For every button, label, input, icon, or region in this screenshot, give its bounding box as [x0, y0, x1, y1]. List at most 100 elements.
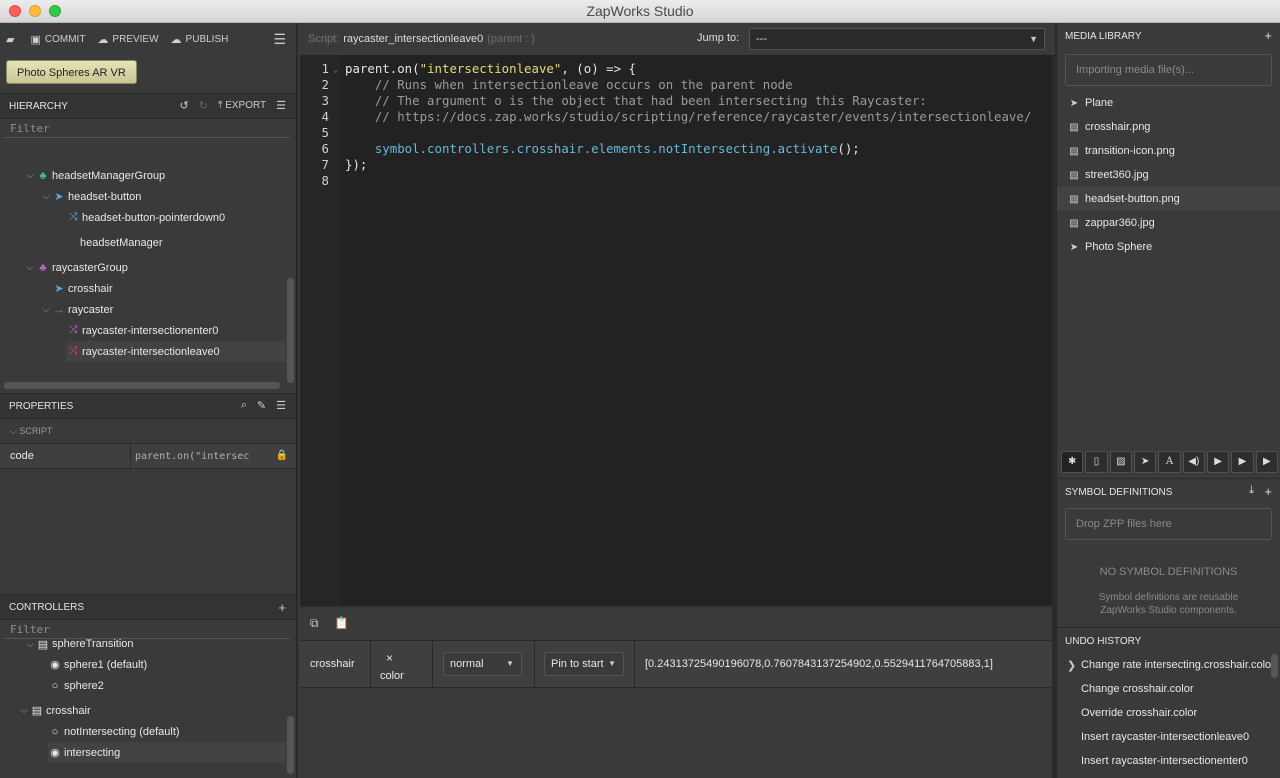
add-symbol-icon[interactable]: +	[1264, 484, 1272, 499]
blend-cell: normal ▼	[433, 641, 535, 688]
commit-button[interactable]: ▣ COMMIT	[30, 33, 85, 46]
jump-to-select[interactable]: --- ▼	[749, 28, 1045, 50]
export-button[interactable]: ⤒ EXPORT	[218, 100, 266, 111]
code-line: // https://docs.zap.works/studio/scripti…	[345, 109, 1032, 124]
audio-icon[interactable]: ◀)	[1182, 451, 1205, 473]
radio-icon: ○	[51, 679, 59, 692]
controller-state[interactable]: ○ sphere2	[48, 675, 338, 696]
tree-item[interactable]: ➤ crosshair	[52, 278, 342, 299]
tree-item[interactable]: ⌵ ♣ raycasterGroup	[24, 257, 314, 278]
add-controller-icon[interactable]: +	[278, 600, 286, 615]
download-icon[interactable]: ⤓	[1249, 484, 1254, 497]
open-folder-button[interactable]: ▰	[6, 33, 18, 46]
chevron-down-icon: ⌵	[42, 304, 50, 314]
rocket-icon: ➤	[54, 191, 64, 203]
rocket-icon: ➤	[1069, 97, 1079, 109]
image-icon: ▨	[1069, 217, 1079, 229]
video-icon[interactable]: ▶	[1255, 451, 1278, 473]
save-icon: ▣	[30, 33, 41, 46]
publish-button[interactable]: ☁ PUBLISH	[171, 33, 229, 46]
rocket-icon: ➤	[54, 283, 64, 295]
video-icon[interactable]: ▶	[1231, 451, 1254, 473]
tree-item[interactable]: ⌵ ➤ headset-button	[40, 186, 330, 207]
folder-icon: ▰	[6, 33, 15, 46]
paste-icon[interactable]: 📋	[334, 616, 349, 630]
pin-select[interactable]: Pin to start ▼	[544, 652, 624, 676]
no-symbols-text: Symbol definitions are reusable	[1098, 592, 1239, 603]
fold-arrow-icon[interactable]: ⌄	[333, 65, 338, 74]
shuffle-icon: ⤨	[68, 211, 78, 223]
controller-state[interactable]: ◉ sphere1 (default)	[48, 654, 338, 675]
undo-item-current[interactable]: ❯ Change rate intersecting.crosshair.colo…	[1057, 653, 1280, 677]
media-item[interactable]: ▨ transition-icon.png	[1057, 139, 1280, 163]
chevron-down-icon: ⌵	[20, 705, 28, 715]
chevron-down-icon: ▼	[1029, 34, 1038, 44]
preview-button[interactable]: ☁ PREVIEW	[97, 33, 158, 46]
controller-icon: ▤	[31, 705, 43, 717]
chevron-down-icon: ⌵	[42, 191, 50, 201]
no-symbols-text: ZapWorks Studio components.	[1100, 605, 1237, 616]
controller-state[interactable]: ○ notIntersecting (default)	[48, 721, 338, 742]
media-item-selected[interactable]: ▨ headset-button.png	[1057, 187, 1280, 211]
search-icon[interactable]: ⌕	[241, 399, 247, 412]
pencil-icon[interactable]: ✎	[257, 399, 266, 412]
group-icon: ♣	[39, 261, 47, 274]
main-toolbar: ▰ ▣ COMMIT ☁ PREVIEW ☁ PUBLISH ☰	[0, 23, 296, 55]
tree-item[interactable]: ⤨ raycaster-intersectionenter0	[66, 320, 286, 341]
media-item[interactable]: ➤ Plane	[1057, 91, 1280, 115]
video-icon[interactable]: ▶	[1206, 451, 1230, 473]
close-window-button[interactable]	[9, 5, 21, 17]
undo-item[interactable]: Change crosshair.color	[1057, 677, 1280, 701]
tree-item[interactable]: ⌵ ♣ headsetManagerGroup	[24, 165, 314, 186]
rocket-icon[interactable]: ➤	[1133, 451, 1157, 473]
undo-item[interactable]: Override crosshair.color	[1057, 701, 1280, 725]
code-property-row[interactable]: code parent.on("intersec 🔒	[0, 443, 296, 469]
undo-scrollbar[interactable]	[1271, 654, 1278, 678]
hamburger-menu-icon[interactable]: ☰	[273, 31, 286, 48]
undo-history-header: UNDO HISTORY	[1065, 635, 1142, 647]
controller-item[interactable]: ⌵ ▤ crosshair	[18, 700, 308, 721]
symbol-drop-area[interactable]: Drop ZPP files here	[1065, 508, 1272, 540]
media-item[interactable]: ➤ Photo Sphere	[1057, 235, 1280, 259]
media-item[interactable]: ▨ street360.jpg	[1057, 163, 1280, 187]
media-item[interactable]: ▨ crosshair.png	[1057, 115, 1280, 139]
file-icon[interactable]: ▯	[1085, 451, 1108, 473]
blend-mode-select[interactable]: normal ▼	[443, 652, 522, 676]
hierarchy-filter-input[interactable]: Filter	[4, 120, 290, 138]
script-header: Script: raycaster_intersectionleave0 (pa…	[300, 23, 1055, 55]
controllers-scrollbar[interactable]	[287, 716, 294, 774]
controller-state-selected[interactable]: ◉ intersecting	[48, 742, 286, 763]
hierarchy-scrollbar-horizontal[interactable]	[4, 382, 280, 389]
controller-item[interactable]: ⌵ ▤ sphereTransition	[24, 637, 314, 651]
copy-icon[interactable]: ⧉	[310, 616, 319, 631]
hierarchy-menu-icon[interactable]: ☰	[276, 99, 286, 112]
font-icon[interactable]: A	[1158, 451, 1181, 473]
tree-item-selected[interactable]: ⤨ raycaster-intersectionleave0	[66, 341, 286, 362]
minimize-window-button[interactable]	[29, 5, 41, 17]
media-item[interactable]: ▨ zappar360.jpg	[1057, 211, 1280, 235]
redo-icon[interactable]: ↻	[199, 99, 208, 112]
image-icon[interactable]: ▨	[1109, 451, 1132, 473]
hierarchy-scrollbar-vertical[interactable]	[287, 278, 294, 383]
properties-header: PROPERTIES ⌕ ✎ ☰	[0, 393, 296, 419]
project-name-button[interactable]: Photo Spheres AR VR	[6, 60, 137, 84]
code-line: });	[345, 157, 368, 172]
code-editor[interactable]: 1 2 3 4 5 6 7 8 ⌄ parent.on("intersectio…	[300, 55, 1052, 605]
maximize-window-button[interactable]	[49, 5, 61, 17]
undo-item[interactable]: Insert raycaster-intersectionenter0	[1057, 749, 1280, 773]
script-section-label: ⌵ SCRIPT	[10, 426, 53, 436]
media-drop-area[interactable]: Importing media file(s)...	[1065, 54, 1272, 86]
image-icon: ▨	[1069, 169, 1079, 181]
chevron-down-icon: ▼	[608, 659, 616, 668]
chevron-down-icon: ⌵	[26, 262, 34, 272]
undo-item[interactable]: Insert raycaster-intersectionleave0	[1057, 725, 1280, 749]
all-media-icon[interactable]: ✱	[1061, 451, 1084, 473]
properties-menu-icon[interactable]: ☰	[276, 399, 286, 412]
radio-icon: ○	[51, 725, 59, 738]
controllers-header: CONTROLLERS +	[0, 594, 296, 620]
value-cell[interactable]: [0.24313725490196078,0.7607843137254902,…	[635, 641, 1052, 688]
code-line: symbol.controllers.crosshair.elements.no…	[345, 141, 860, 156]
add-media-icon[interactable]: +	[1264, 28, 1272, 43]
undo-icon[interactable]: ↺	[180, 99, 189, 112]
remove-prop-icon[interactable]: ×	[386, 651, 393, 665]
